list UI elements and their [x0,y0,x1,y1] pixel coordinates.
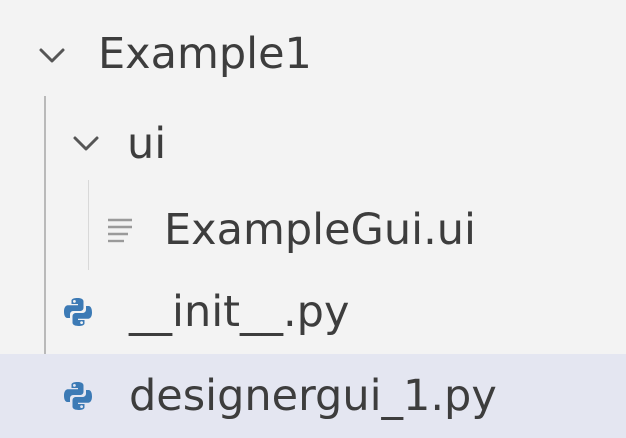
python-icon [64,298,92,326]
tree-item-example1-folder[interactable]: Example1 [0,12,626,96]
chevron-down-icon[interactable] [72,134,100,154]
file-explorer-tree: Example1 ui ExampleGui.ui __init__.py de… [0,0,626,438]
file-label: ExampleGui.ui [164,204,476,255]
file-label: __init__.py [129,286,350,337]
folder-label: Example1 [98,28,312,79]
tree-item-init-py[interactable]: __init__.py [0,270,626,354]
folder-label: ui [127,118,167,169]
tree-item-ui-folder[interactable]: ui [0,102,626,186]
text-file-icon [108,218,132,243]
chevron-down-icon[interactable] [38,46,66,66]
tree-item-examplegui-ui[interactable]: ExampleGui.ui [0,188,626,272]
python-icon [64,382,92,410]
file-label: designergui_1.py [129,370,497,421]
tree-item-designergui-1-py[interactable]: designergui_1.py [0,354,626,438]
